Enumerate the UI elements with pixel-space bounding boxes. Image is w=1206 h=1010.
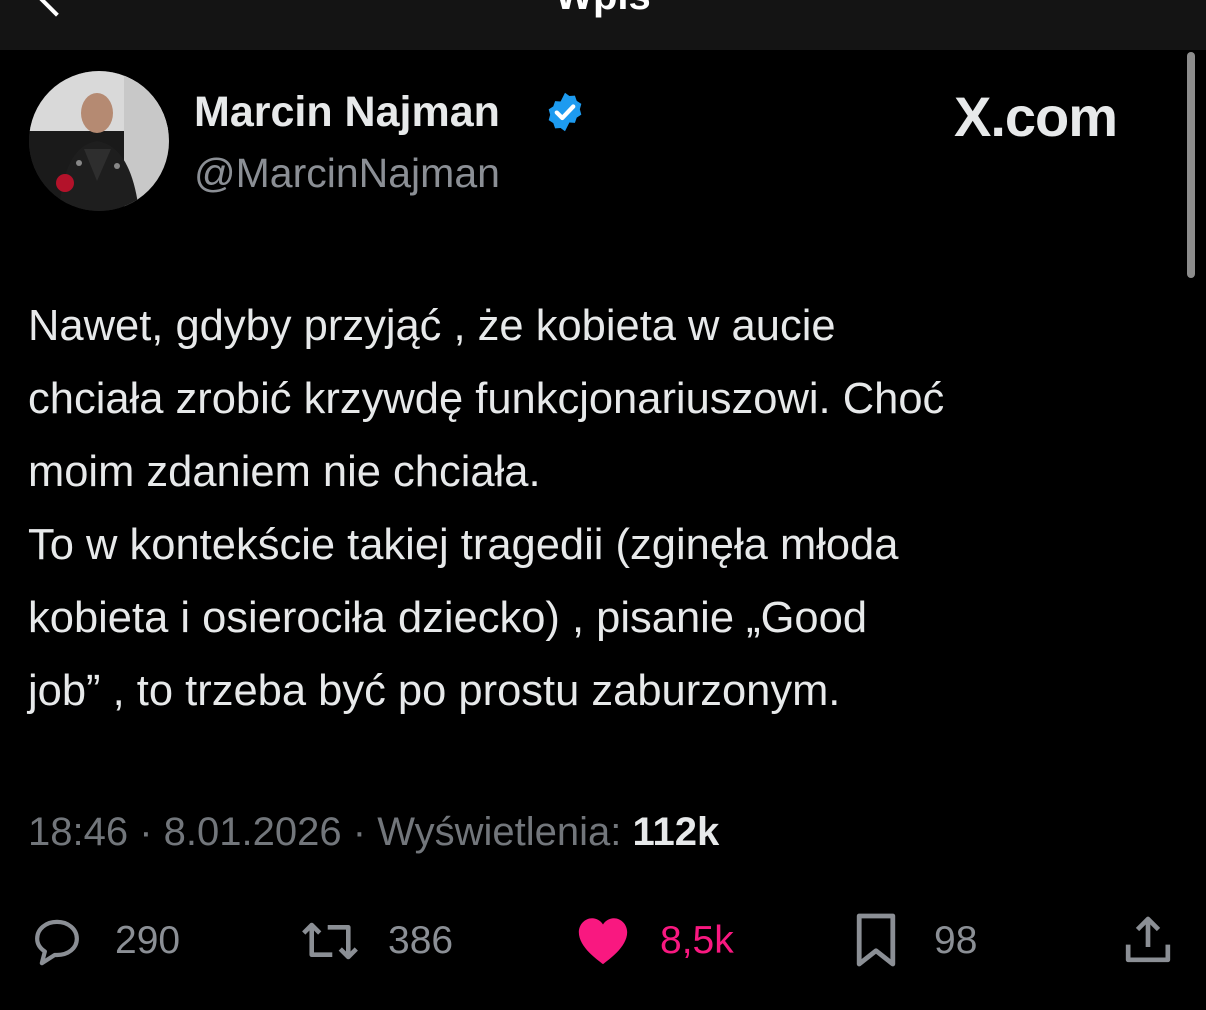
meta-separator: ·: [352, 810, 378, 854]
tweet-text: Nawet, gdyby przyjąć , że kobieta w auci…: [28, 290, 1193, 728]
brand-watermark: X.com: [954, 85, 1118, 148]
reply-count: 290: [115, 919, 181, 962]
top-bar: Wpis: [0, 0, 1206, 50]
verified-badge-icon: [548, 92, 582, 132]
bookmark-icon: [856, 913, 896, 967]
repost-arrows-icon: [302, 922, 358, 960]
repost-count: 386: [388, 919, 454, 962]
tweet-line: To w kontekście takiej tragedii (zginęła…: [28, 521, 899, 569]
tweet-line: Nawet, gdyby przyjąć , że kobieta w auci…: [28, 302, 836, 350]
heart-filled-icon: [578, 918, 628, 965]
tweet-line: chciała zrobić krzywdę funkcjonariuszowi…: [28, 375, 945, 423]
tweet-line: job” , to trzeba być po prostu zaburzony…: [28, 667, 841, 715]
reply-button[interactable]: 290: [28, 905, 198, 975]
author-name[interactable]: Marcin Najman: [194, 88, 500, 137]
author-handle[interactable]: @MarcinNajman: [194, 150, 500, 197]
avatar[interactable]: [29, 71, 169, 211]
bookmark-button[interactable]: 98: [852, 905, 992, 975]
scrollbar[interactable]: [1187, 52, 1195, 278]
page-title: Wpis: [0, 0, 1206, 19]
like-button[interactable]: 8,5k: [574, 905, 754, 975]
bookmark-count: 98: [934, 919, 978, 962]
speech-bubble-icon: [35, 919, 79, 966]
views-count: 112k: [632, 810, 720, 854]
tweet-line: kobieta i osierociła dziecko) , pisanie …: [28, 594, 868, 642]
views-label: Wyświetlenia:: [377, 810, 622, 854]
share-button[interactable]: [1120, 905, 1180, 975]
tweet-meta: 18:46 · 8.01.2026 · Wyświetlenia: 112k: [28, 810, 719, 855]
tweet-line: moim zdaniem nie chciała.: [28, 448, 541, 496]
like-count: 8,5k: [660, 919, 734, 962]
share-icon: [1125, 916, 1171, 963]
action-bar: 290 386 8,5k 98: [0, 905, 1206, 975]
meta-separator: ·: [139, 810, 164, 854]
avatar-image: [29, 71, 169, 211]
repost-button[interactable]: 386: [298, 905, 468, 975]
tweet-date[interactable]: 8.01.2026: [164, 810, 342, 854]
tweet-time[interactable]: 18:46: [28, 810, 128, 854]
